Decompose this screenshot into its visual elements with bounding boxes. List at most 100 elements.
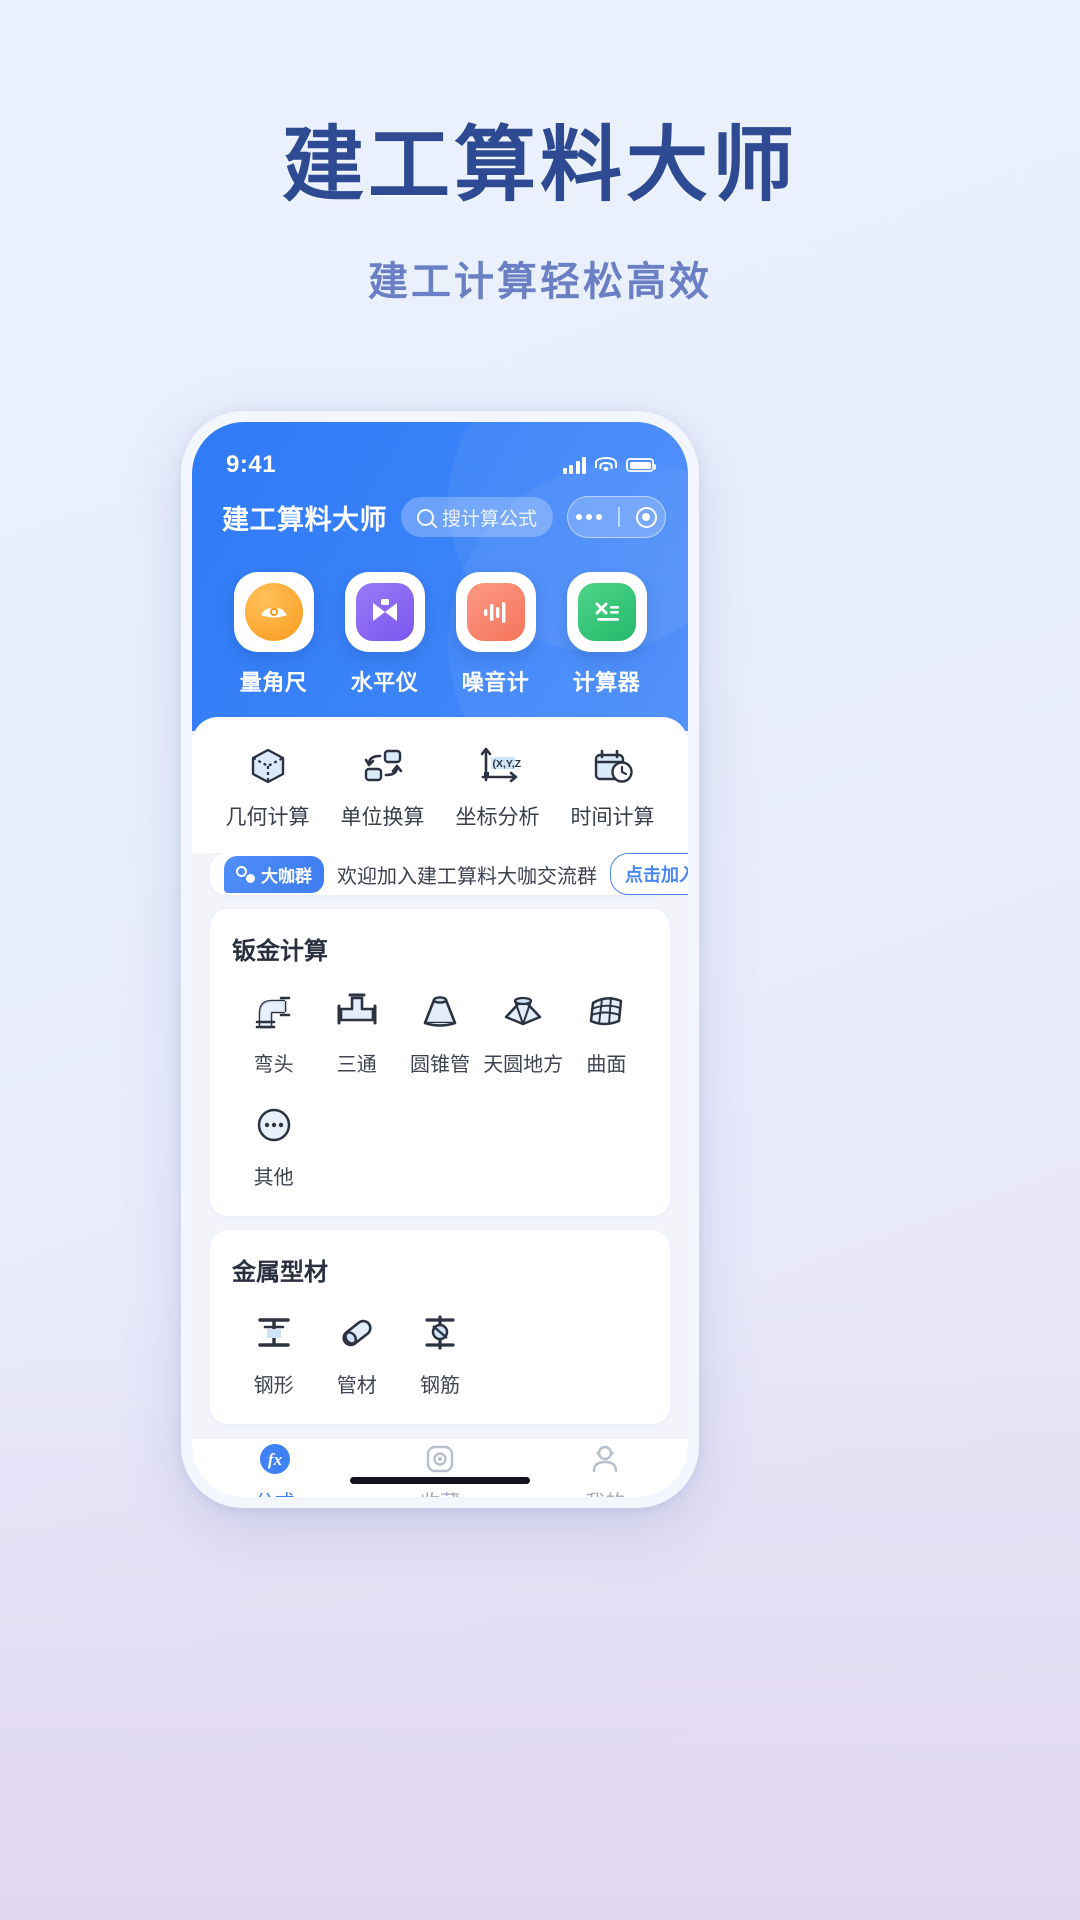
badge-label: 大咖群 <box>261 866 312 886</box>
tool-tile <box>455 572 536 652</box>
item-rebar[interactable]: 钢筋 <box>398 1309 481 1398</box>
item-steel-beam[interactable]: 钢形 <box>232 1309 315 1398</box>
banner-text: 欢迎加入建工算料大咖交流群 <box>337 865 597 888</box>
tool-protractor[interactable]: 量角尺 <box>218 572 329 697</box>
capsule-divider <box>618 507 620 527</box>
tab-favorites[interactable]: 收藏 <box>357 1439 522 1497</box>
more-dots-icon[interactable] <box>576 514 603 520</box>
item-curved-surface[interactable]: 曲面 <box>565 988 648 1077</box>
item-label: 三通 <box>336 1054 377 1076</box>
item-label: 圆锥管 <box>409 1054 470 1076</box>
svg-text:fx: fx <box>268 1450 283 1469</box>
quick-tool-label: 几何计算 <box>225 806 310 829</box>
tab-profile[interactable]: 我的 <box>523 1439 688 1497</box>
quick-tool-label: 时间计算 <box>570 806 655 829</box>
item-label: 天圆地方 <box>483 1054 564 1076</box>
tube-icon <box>333 1309 381 1357</box>
more-circle-icon <box>250 1101 298 1149</box>
protractor-icon <box>244 583 303 641</box>
page-subtitle: 建工计算轻松高效 <box>368 259 712 304</box>
community-banner[interactable]: 大咖群 欢迎加入建工算料大咖交流群 点击加入 <box>210 853 688 895</box>
tab-formula[interactable]: fx 公式 <box>192 1439 357 1497</box>
calendar-clock-icon <box>590 743 636 789</box>
tee-pipe-icon <box>333 988 381 1036</box>
section-items: 钢形 管材 钢筋 <box>232 1309 648 1398</box>
phone-screen: 9:41 建工算料大师 搜计算公式 量角尺 水平仪 噪音计 计算器 几何计算 单… <box>192 422 688 1497</box>
formula-fx-icon: fx <box>255 1439 295 1479</box>
curved-surface-icon <box>582 988 630 1036</box>
section-title: 金属型材 <box>232 1259 328 1286</box>
quick-tool-coordinate[interactable]: (X,Y,Z) 坐标分析 <box>440 743 555 831</box>
section-metal-profiles: 金属型材 钢形 管材 钢筋 <box>210 1230 670 1424</box>
quick-tool-label: 坐标分析 <box>455 806 540 829</box>
unit-swap-icon <box>360 743 406 789</box>
phone-mockup: 9:41 建工算料大师 搜计算公式 量角尺 水平仪 噪音计 计算器 几何计算 单… <box>181 411 699 1508</box>
item-label: 曲面 <box>586 1054 627 1076</box>
join-group-button[interactable]: 点击加入 <box>610 853 688 895</box>
page-title: 建工算料大师 <box>281 120 798 211</box>
elbow-pipe-icon <box>250 988 298 1036</box>
bottom-tab-bar: fx 公式 收藏 <box>192 1438 688 1497</box>
wifi-icon <box>595 457 617 473</box>
app-header: 9:41 建工算料大师 搜计算公式 量角尺 水平仪 噪音计 计算器 <box>192 422 688 822</box>
quick-tool-geometry[interactable]: 几何计算 <box>210 743 325 831</box>
cube-icon <box>245 743 291 789</box>
app-bar: 建工算料大师 搜计算公式 <box>192 486 688 542</box>
battery-icon <box>626 458 656 472</box>
quick-tools-row: 几何计算 单位换算 (X,Y,Z 坐标分析 时间计算 <box>192 717 688 853</box>
tab-label: 我的 <box>585 1486 625 1497</box>
status-badge: 大咖群 <box>224 855 324 893</box>
tool-label: 水平仪 <box>350 670 419 695</box>
cellular-signal-icon <box>562 456 586 474</box>
item-tube[interactable]: 管材 <box>315 1309 398 1398</box>
calculator-icon <box>577 583 636 641</box>
favorite-icon <box>420 1439 460 1479</box>
tool-calculator[interactable]: 计算器 <box>551 572 662 697</box>
status-bar: 9:41 <box>192 444 688 486</box>
tool-tile <box>566 572 647 652</box>
item-label: 钢筋 <box>419 1375 460 1397</box>
app-title: 建工算料大师 <box>222 504 387 535</box>
quick-tool-time[interactable]: 时间计算 <box>555 743 670 831</box>
coordinate-axes-icon: (X,Y,Z) <box>475 743 521 789</box>
item-label: 弯头 <box>253 1054 294 1076</box>
tab-label: 收藏 <box>420 1486 460 1497</box>
item-cone-pipe[interactable]: 圆锥管 <box>398 988 481 1077</box>
content-sheet: 几何计算 单位换算 (X,Y,Z 坐标分析 时间计算 大咖群 欢迎加入建工算料大… <box>192 717 688 1497</box>
home-indicator <box>350 1477 530 1484</box>
profile-icon <box>585 1439 625 1479</box>
rebar-icon <box>416 1309 464 1357</box>
tool-label: 量角尺 <box>239 670 308 695</box>
tool-noise-meter[interactable]: 噪音计 <box>440 572 551 697</box>
item-label: 钢形 <box>253 1375 294 1397</box>
miniprogram-capsule[interactable] <box>567 496 666 538</box>
search-icon <box>417 508 434 526</box>
search-input[interactable]: 搜计算公式 <box>401 497 554 537</box>
item-square-to-round[interactable]: 天圆地方 <box>482 988 565 1077</box>
square-to-round-icon <box>499 988 547 1036</box>
tab-label: 公式 <box>255 1486 295 1497</box>
tool-level[interactable]: 水平仪 <box>329 572 440 697</box>
item-tee[interactable]: 三通 <box>315 988 398 1077</box>
cone-pipe-icon <box>416 988 464 1036</box>
level-icon <box>355 583 414 641</box>
item-elbow[interactable]: 弯头 <box>232 988 315 1077</box>
target-icon[interactable] <box>635 506 657 528</box>
section-sheet-metal: 钣金计算 弯头 三通 圆锥管 天圆地方 曲面 其他 <box>210 909 670 1216</box>
section-title: 钣金计算 <box>232 938 328 965</box>
promo-heading: 建工算料大师 建工计算轻松高效 <box>0 120 1080 307</box>
tool-label: 噪音计 <box>461 670 530 695</box>
featured-tools: 量角尺 水平仪 噪音计 计算器 <box>192 542 688 731</box>
svg-text:(X,Y,Z): (X,Y,Z) <box>492 758 521 770</box>
item-label: 管材 <box>336 1375 377 1397</box>
status-bar-time: 9:41 <box>226 451 277 478</box>
tool-tile <box>344 572 425 652</box>
section-items: 弯头 三通 圆锥管 天圆地方 曲面 其他 <box>232 988 648 1190</box>
status-bar-indicators <box>562 456 656 474</box>
quick-tool-unit-convert[interactable]: 单位换算 <box>325 743 440 831</box>
item-label: 其他 <box>253 1167 294 1189</box>
tool-label: 计算器 <box>572 670 641 695</box>
steel-beam-icon <box>250 1309 298 1357</box>
tool-tile <box>233 572 314 652</box>
item-other[interactable]: 其他 <box>232 1101 315 1190</box>
